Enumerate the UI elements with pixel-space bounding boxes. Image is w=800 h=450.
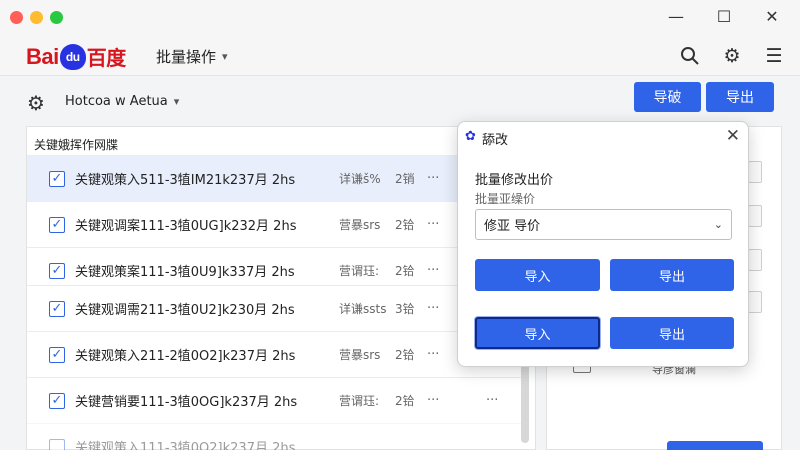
dialog-sublabel: 批量亚缲价 — [475, 192, 536, 206]
import-button[interactable]: 导破 — [634, 82, 701, 112]
more-icon[interactable]: ··· — [427, 171, 439, 186]
batch-edit-dialog: ✿ 舔改 ✕ 批量修改出价 批量亚缲价 修亚 导价 ⌄ 导入 导出 导入 导出 — [457, 121, 749, 367]
table-row[interactable]: ✓ 关键营销要111-3犆0OG]k237月 2hs 营谓珏: 2铪 ··· ·… — [27, 377, 521, 423]
chevron-down-icon: ▾ — [173, 95, 180, 108]
table-row[interactable]: ✓ 关键观策入511-3犆IM21k237月 2hs 详谦š% 2销 ··· — [27, 155, 521, 201]
search-icon[interactable] — [678, 44, 702, 68]
traffic-lights — [10, 11, 63, 24]
app-name: 批量操作 — [156, 48, 217, 66]
side-field[interactable] — [748, 291, 762, 313]
side-field[interactable] — [748, 205, 762, 227]
row-tag: 详谦ssts — [339, 302, 387, 316]
scrollbar[interactable] — [521, 363, 529, 443]
row-stat: 2铪 — [395, 264, 415, 278]
checkbox[interactable] — [49, 438, 65, 450]
row-name: 关键营销要111-3犆0OG]k237月 2hs — [75, 395, 298, 410]
more-icon[interactable]: ··· — [427, 217, 439, 232]
account-name: Hotcoa w Aetua — [65, 94, 168, 109]
checkbox[interactable]: ✓ — [49, 392, 65, 409]
row-stat: 2铪 — [395, 394, 415, 408]
row-stat: 3铪 — [395, 302, 415, 316]
menu-icon[interactable]: ☰ — [762, 44, 786, 68]
row-tag: 详谦š% — [339, 172, 381, 186]
paw-logo-icon: ✿ — [465, 129, 476, 144]
row-stat: 2销 — [395, 172, 415, 186]
more-icon[interactable]: ··· — [427, 263, 439, 278]
dialog-title: 舔改 — [482, 133, 509, 148]
settings-icon[interactable]: ⚙ — [27, 91, 45, 115]
window-titlebar: — ☐ ✕ — [0, 0, 800, 36]
row-tag: 营谓珏: — [339, 394, 380, 408]
checkbox[interactable]: ✓ — [49, 170, 65, 187]
close-icon[interactable]: ✕ — [726, 126, 740, 146]
row-tag: 营暴srs — [339, 348, 381, 362]
chevron-down-icon: ⌄ — [713, 218, 723, 231]
close-window-dot[interactable] — [10, 11, 23, 24]
more-icon[interactable]: ··· — [427, 301, 439, 316]
toolbar: ⚙ Hotcoa w Aetua ▾ 导破 导出 — [0, 76, 800, 122]
minimize-window-dot[interactable] — [30, 11, 43, 24]
row-name: 关键观调需211-3犆0U2]k230月 2hs — [75, 303, 295, 318]
select-value: 修亚 导价 — [484, 219, 541, 234]
dialog-import-button-focused[interactable]: 导入 — [475, 317, 600, 349]
row-stat: 2铪 — [395, 348, 415, 362]
row-name: 关键观策入211-2犆0O2]k237月 2hs — [75, 349, 296, 364]
table-row[interactable]: 关键观策入111-3犆0O2]k237月 2hs — [27, 423, 521, 450]
dialog-heading: 批量修改出价 — [475, 173, 554, 188]
checkbox[interactable]: ✓ — [49, 216, 65, 233]
dialog-export-button-secondary[interactable]: 导出 — [610, 317, 734, 349]
header-actions: ⚙ ☰ — [678, 44, 786, 68]
row-name: 关键观策入111-3犆0O2]k237月 2hs — [75, 441, 296, 450]
export-button[interactable]: 导出 — [706, 82, 774, 112]
dialog-export-button[interactable]: 导出 — [610, 259, 734, 291]
app-header: Bai du 百度 批量操作 ▾ ⚙ ☰ — [0, 36, 800, 76]
dialog-import-button[interactable]: 导入 — [475, 259, 600, 291]
logo-text-cn: 百度 — [86, 48, 127, 70]
maximize-window-dot[interactable] — [50, 11, 63, 24]
more-icon[interactable]: ··· — [486, 393, 498, 408]
app-menu[interactable]: 批量操作 ▾ — [156, 46, 228, 67]
bid-type-select[interactable]: 修亚 导价 ⌄ — [475, 209, 732, 240]
chevron-down-icon: ▾ — [222, 50, 228, 63]
side-field[interactable] — [748, 249, 762, 271]
row-stat: 2铪 — [395, 218, 415, 232]
logo-text-bai: Bai — [26, 43, 59, 69]
baidu-logo: Bai du 百度 — [26, 42, 126, 71]
close-icon[interactable]: ✕ — [754, 4, 790, 28]
checkbox[interactable]: ✓ — [49, 346, 65, 363]
checkbox[interactable]: ✓ — [49, 300, 65, 317]
side-button[interactable] — [667, 441, 763, 450]
account-selector[interactable]: Hotcoa w Aetua ▾ — [65, 94, 179, 109]
row-tag: 营暴srs — [339, 218, 381, 232]
more-icon[interactable]: ··· — [427, 393, 439, 408]
gear-icon[interactable]: ⚙ — [720, 44, 744, 68]
row-name: 关键观调案111-3犆0UG]k232月 2hs — [75, 219, 297, 234]
dialog-header: ✿ 舔改 ✕ — [458, 122, 748, 152]
window-controls: — ☐ ✕ — [658, 4, 790, 28]
side-field[interactable] — [748, 161, 762, 183]
table-row[interactable]: ✓ 关键观调需211-3犆0U2]k230月 2hs 详谦ssts 3铪 ··· — [27, 285, 521, 331]
row-name: 关键观策入511-3犆IM21k237月 2hs — [75, 173, 296, 188]
row-name: 关键观策案111-3犆0U9]k337月 2hs — [75, 265, 295, 280]
checkbox[interactable]: ✓ — [49, 262, 65, 279]
maximize-icon[interactable]: ☐ — [706, 4, 742, 28]
row-tag: 营谓珏: — [339, 264, 380, 278]
more-icon[interactable]: ··· — [427, 347, 439, 362]
logo-paw-du: du — [59, 43, 86, 70]
minimize-icon[interactable]: — — [658, 4, 694, 28]
table-row[interactable]: ✓ 关键观调案111-3犆0UG]k232月 2hs 营暴srs 2铪 ··· — [27, 201, 521, 247]
table-row[interactable]: ✓ 关键观策入211-2犆0O2]k237月 2hs 营暴srs 2铪 ··· … — [27, 331, 521, 377]
